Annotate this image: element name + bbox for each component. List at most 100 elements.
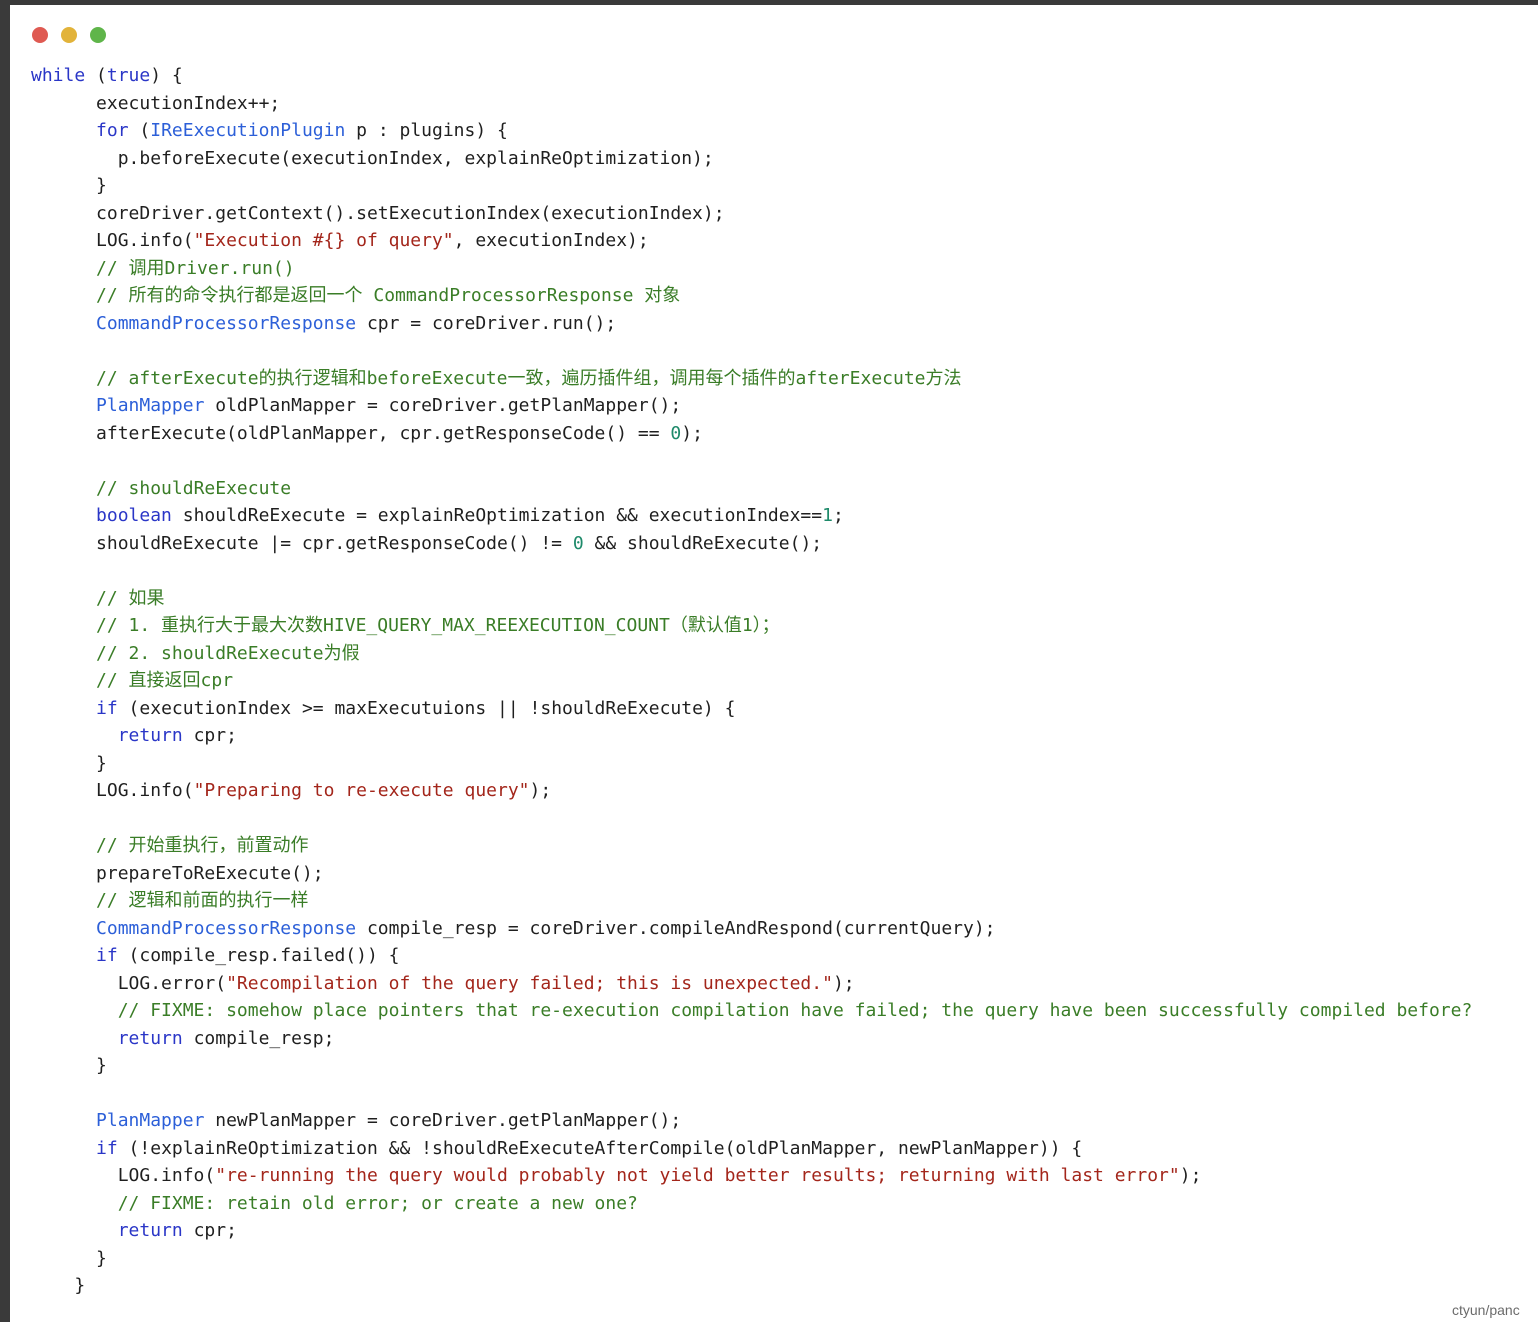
code-number: 0 <box>670 422 682 444</box>
code-line: PlanMapper oldPlanMapper = coreDriver.ge… <box>31 392 1472 420</box>
code-text: executionIndex++; <box>31 92 281 114</box>
code-type: PlanMapper <box>96 1110 205 1131</box>
code-text: ; <box>832 505 844 526</box>
code-window: while (true) { executionIndex++; for (IR… <box>10 5 1538 1322</box>
code-text: } <box>31 175 107 196</box>
code-text: } <box>31 1055 107 1076</box>
code-text: } <box>31 1247 107 1269</box>
code-line: return cpr; <box>31 1217 1472 1245</box>
code-comment: // 所有的命令执行都是返回一个 CommandProcessorRespons… <box>96 285 681 306</box>
code-line: executionIndex++; <box>31 90 1472 118</box>
code-text: compile_resp; <box>182 1027 335 1049</box>
code-text: LOG.info( <box>31 1165 216 1186</box>
code-comment: // 调用Driver.run() <box>96 257 295 279</box>
code-keyword: for <box>96 120 129 141</box>
code-text: cpr; <box>182 1220 237 1241</box>
code-line: // FIXME: somehow place pointers that re… <box>31 997 1473 1025</box>
code-comment: // 2. shouldReExecute为假 <box>96 642 360 664</box>
code-line: // 所有的命令执行都是返回一个 CommandProcessorRespons… <box>31 282 1472 310</box>
code-text: shouldReExecute = explainReOptimization … <box>171 505 823 526</box>
code-text: ); <box>832 972 855 994</box>
code-keyword: if <box>96 697 118 719</box>
code-text: } <box>31 1275 86 1296</box>
code-line: p.beforeExecute(executionIndex, explainR… <box>31 145 1472 173</box>
code-string: "Execution #{} of query" <box>193 230 454 251</box>
watermark: ctyun/panc <box>1452 1302 1520 1318</box>
code-text: ); <box>681 422 703 444</box>
minimize-window-icon[interactable] <box>61 27 77 43</box>
code-text: afterExecute(oldPlanMapper, cpr.getRespo… <box>31 422 671 444</box>
code-text: cpr; <box>182 725 237 746</box>
code-line: // 直接返回cpr <box>31 667 1472 695</box>
code-keyword: if <box>96 945 118 966</box>
maximize-window-icon[interactable] <box>90 27 106 43</box>
code-keyword: return <box>117 725 183 746</box>
code-text: ( <box>128 120 151 141</box>
code-comment: // shouldReExecute <box>96 477 292 499</box>
close-window-icon[interactable] <box>32 27 48 43</box>
code-comment: // 逻辑和前面的执行一样 <box>96 890 309 911</box>
code-line: // 开始重执行，前置动作 <box>31 832 1472 860</box>
code-keyword: boolean <box>96 505 172 526</box>
code-line: return cpr; <box>31 722 1472 750</box>
code-line: return compile_resp; <box>31 1025 1472 1053</box>
code-line: // 逻辑和前面的执行一样 <box>31 887 1472 915</box>
code-line: CommandProcessorResponse compile_resp = … <box>31 915 1472 943</box>
code-keyword: if <box>96 1137 118 1159</box>
code-comment: // 开始重执行，前置动作 <box>96 835 309 856</box>
code-text: && shouldReExecute(); <box>583 532 823 554</box>
code-text: LOG.info( <box>31 780 194 801</box>
code-comment: // FIXME: somehow place pointers that re… <box>117 1000 1473 1021</box>
code-keyword: true <box>106 65 151 86</box>
code-line: PlanMapper newPlanMapper = coreDriver.ge… <box>31 1107 1472 1135</box>
code-line: LOG.error("Recompilation of the query fa… <box>31 970 1472 998</box>
code-line: } <box>31 1272 1472 1300</box>
code-line: boolean shouldReExecute = explainReOptim… <box>31 502 1472 530</box>
code-line: // FIXME: retain old error; or create a … <box>31 1190 1472 1218</box>
code-keyword: return <box>117 1220 183 1241</box>
code-text: (executionIndex >= maxExecutuions || !sh… <box>117 697 736 719</box>
code-line: LOG.info("Preparing to re-execute query"… <box>31 777 1472 805</box>
code-comment: // 直接返回cpr <box>96 670 234 691</box>
code-line: if (compile_resp.failed()) { <box>31 942 1472 970</box>
code-comment: // 1. 重执行大于最大次数HIVE_QUERY_MAX_REEXECUTIO… <box>96 615 780 636</box>
code-line: prepareToReExecute(); <box>31 860 1472 888</box>
code-line: } <box>31 1245 1472 1273</box>
code-line: } <box>31 172 1472 200</box>
code-line: LOG.info("re-running the query would pro… <box>31 1162 1472 1190</box>
code-comment: // 如果 <box>96 587 165 609</box>
code-text: } <box>31 752 107 774</box>
code-type: IReExecutionPlugin <box>150 120 346 141</box>
code-line: LOG.info("Execution #{} of query", execu… <box>31 227 1472 255</box>
code-string: "Recompilation of the query failed; this… <box>226 972 833 994</box>
code-line: // afterExecute的执行逻辑和beforeExecute一致，遍历插… <box>31 365 1472 393</box>
code-type: CommandProcessorResponse <box>96 917 357 939</box>
code-line: for (IReExecutionPlugin p : plugins) { <box>31 117 1472 145</box>
code-line: // 1. 重执行大于最大次数HIVE_QUERY_MAX_REEXECUTIO… <box>31 612 1472 640</box>
code-text: , executionIndex); <box>453 230 649 251</box>
code-line: // 2. shouldReExecute为假 <box>31 640 1472 668</box>
code-keyword: while <box>31 65 86 86</box>
code-text: ); <box>1179 1165 1202 1186</box>
code-text: coreDriver.getContext().setExecutionInde… <box>31 202 725 224</box>
code-text: (compile_resp.failed()) { <box>117 945 400 966</box>
code-line: if (!explainReOptimization && !shouldReE… <box>31 1135 1472 1163</box>
